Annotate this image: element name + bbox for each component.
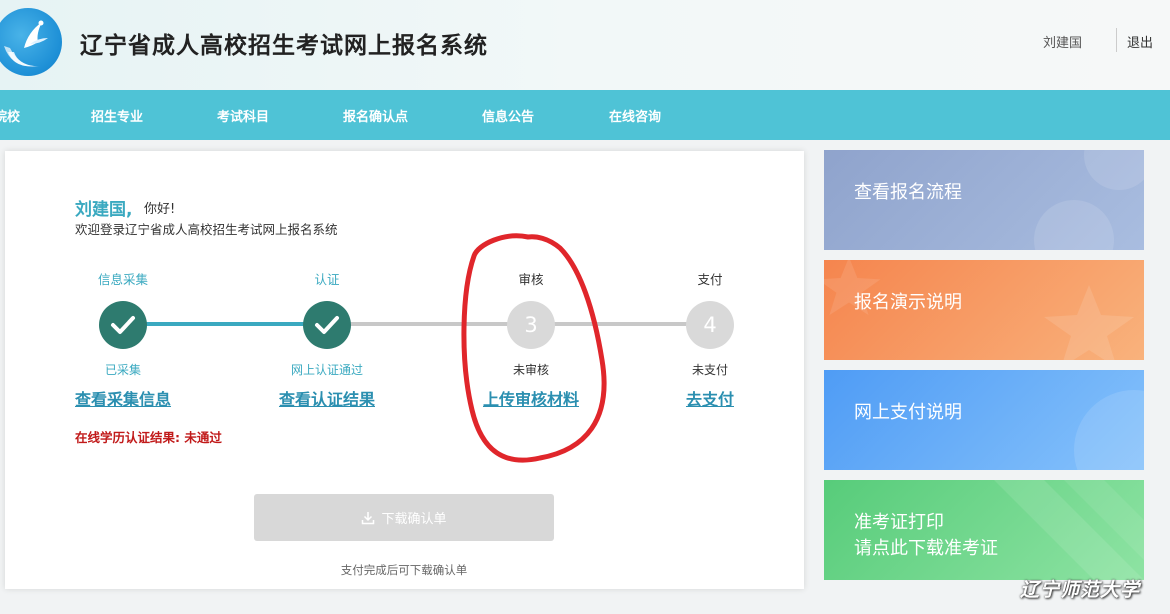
download-icon <box>362 511 375 524</box>
tile-deco-circle <box>1034 200 1114 250</box>
welcome-text: 欢迎登录辽宁省成人高校招生考试网上报名系统 <box>75 222 338 237</box>
progress-track-3 <box>531 322 711 326</box>
tile-label-line1: 准考证打印 <box>854 512 944 533</box>
nav-item-schools[interactable]: 院校 <box>0 106 20 125</box>
online-cert-result-label: 在线学历认证结果: <box>75 430 180 445</box>
header-divider <box>1116 28 1117 52</box>
step-title-payment: 支付 <box>697 272 723 287</box>
site-header: 辽宁省成人高校招生考试网上报名系统 刘建国 退出 <box>0 0 1170 90</box>
tile-label: 查看报名流程 <box>854 182 962 203</box>
online-cert-result: 在线学历认证结果: 未通过 <box>75 427 222 446</box>
logout-button[interactable]: 退出 <box>1127 32 1153 51</box>
greeting-name: 刘建国, <box>75 200 133 220</box>
site-logo-icon <box>0 8 62 76</box>
tile-view-registration-process[interactable]: 查看报名流程 <box>824 150 1144 250</box>
step-status-unpaid: 未支付 <box>691 363 728 377</box>
nav-item-confirm-points[interactable]: 报名确认点 <box>343 106 408 125</box>
upload-review-materials-link[interactable]: 上传审核材料 <box>451 386 611 410</box>
tile-label: 网上支付说明 <box>854 402 962 423</box>
tile-admission-ticket-print[interactable]: 准考证打印 请点此下载准考证 <box>824 480 1144 580</box>
step-1-check-icon <box>99 301 147 349</box>
tile-label: 准考证打印 请点此下载准考证 <box>854 510 998 562</box>
step-2-check-icon <box>303 301 351 349</box>
tile-registration-demo[interactable]: 报名演示说明 <box>824 260 1144 360</box>
tile-online-payment-guide[interactable]: 网上支付说明 <box>824 370 1144 470</box>
tile-deco-circle <box>1084 150 1144 190</box>
download-confirmation-button[interactable]: 下载确认单 <box>254 494 554 541</box>
user-name-link[interactable]: 刘建国 <box>1043 32 1082 51</box>
online-cert-result-value: 未通过 <box>184 430 222 445</box>
step-status-certified: 网上认证通过 <box>290 363 363 377</box>
nav-item-announcements[interactable]: 信息公告 <box>482 106 534 125</box>
view-collected-info-link[interactable]: 查看采集信息 <box>75 386 235 410</box>
view-certification-result-link[interactable]: 查看认证结果 <box>247 386 407 410</box>
step-4-number: 4 <box>686 301 734 349</box>
progress-track-2 <box>327 322 531 326</box>
progress-track-1 <box>123 322 327 326</box>
tile-label-line2: 请点此下载准考证 <box>854 538 998 559</box>
nav-item-subjects[interactable]: 考试科目 <box>217 106 269 125</box>
step-title-info-collection: 信息采集 <box>97 272 148 287</box>
step-status-not-reviewed: 未审核 <box>512 363 549 377</box>
step-status-collected: 已采集 <box>104 363 141 377</box>
step-title-review: 审核 <box>518 272 544 287</box>
go-pay-link[interactable]: 去支付 <box>630 386 790 410</box>
nav-item-majors[interactable]: 招生专业 <box>91 106 143 125</box>
star-icon <box>1044 285 1134 360</box>
download-note: 支付完成后可下载确认单 <box>340 563 468 577</box>
step-3-number: 3 <box>507 301 555 349</box>
greeting-hello: 你好! <box>144 202 176 217</box>
main-nav: 院校 招生专业 考试科目 报名确认点 信息公告 在线咨询 <box>0 90 1170 140</box>
tile-deco-circle <box>1074 390 1144 470</box>
download-button-label: 下载确认单 <box>381 512 447 527</box>
registration-status-card: 刘建国, 你好! 欢迎登录辽宁省成人高校招生考试网上报名系统 信息采集 已采集 … <box>5 151 804 589</box>
site-title: 辽宁省成人高校招生考试网上报名系统 <box>80 33 488 59</box>
step-title-certification: 认证 <box>314 272 340 287</box>
tile-label: 报名演示说明 <box>854 292 962 313</box>
tile-deco-shape <box>994 480 1144 580</box>
nav-item-online-consult[interactable]: 在线咨询 <box>609 106 661 125</box>
watermark-text: 辽宁师范大学 <box>1020 579 1141 601</box>
